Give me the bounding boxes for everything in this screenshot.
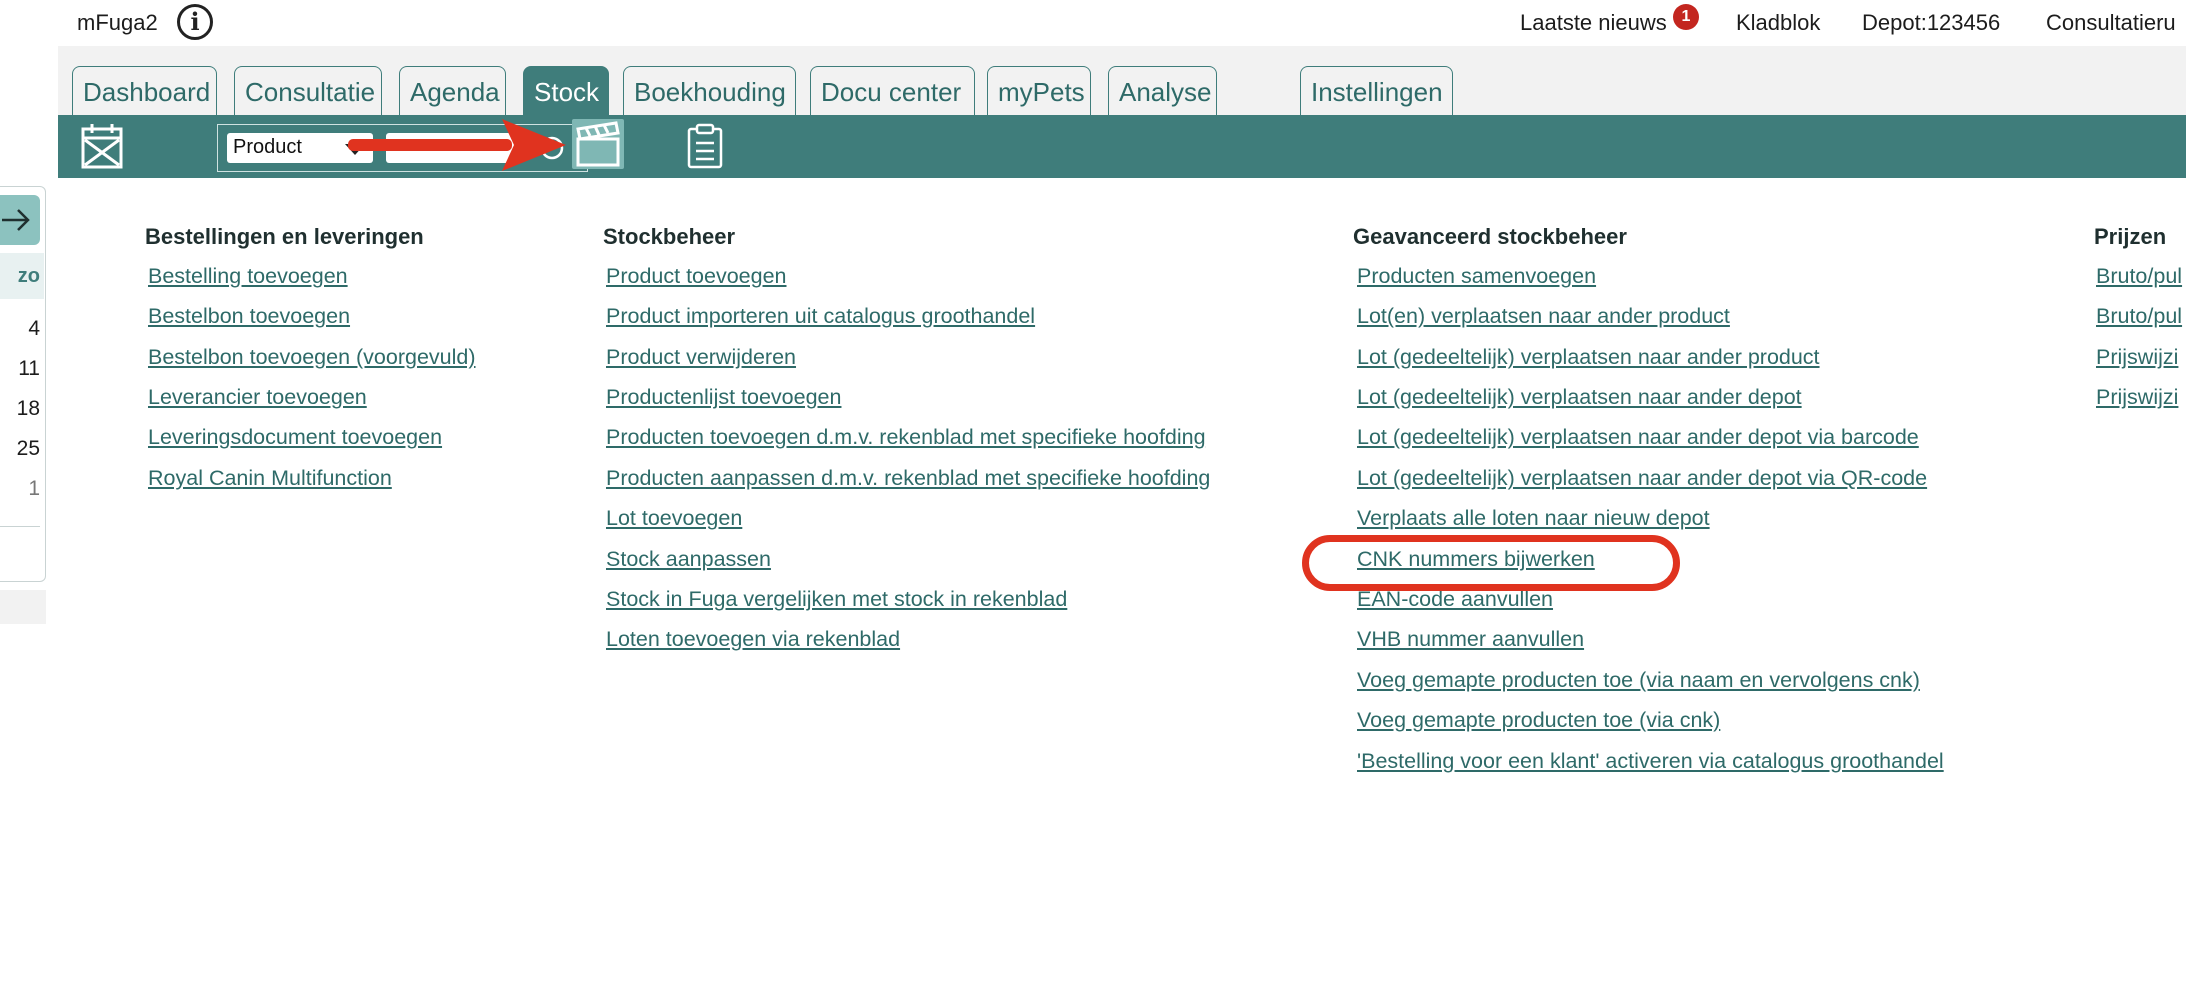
advanced-stock-heading: Geavanceerd stockbeheer: [1353, 224, 1627, 249]
menu-link-move-all-lots-depot[interactable]: Verplaats alle loten naar nieuw depot: [1357, 506, 1710, 531]
stock-actions-button[interactable]: [572, 119, 624, 169]
menu-link-order-add[interactable]: Bestelling toevoegen: [148, 264, 348, 289]
menu-link-lot-move-depot-barcode[interactable]: Lot (gedeeltelijk) verplaatsen naar ande…: [1357, 425, 1919, 450]
stock-heading: Stockbeheer: [603, 224, 736, 249]
menu-link-lot-partial-move-depot[interactable]: Lot (gedeeltelijk) verplaatsen naar ande…: [1357, 385, 1802, 410]
menu-link-product-import[interactable]: Product importeren uit catalogus grootha…: [606, 304, 1035, 329]
tab-instellingen[interactable]: Instellingen: [1300, 66, 1453, 116]
tab-consultatie[interactable]: Consultatie: [234, 66, 382, 116]
clipboard-icon[interactable]: [686, 123, 724, 169]
top-bar: mFuga2 i Laatste nieuws 1 Kladblok Depot…: [0, 0, 2186, 46]
menu-link-vhb-complete[interactable]: VHB nummer aanvullen: [1357, 627, 1584, 652]
tab-stock[interactable]: Stock: [523, 66, 609, 116]
menu-link-order-form-add[interactable]: Bestelbon toevoegen: [148, 304, 350, 329]
clapperboard-icon: [576, 121, 620, 167]
calendar-expand-button[interactable]: [0, 195, 40, 245]
orders-heading: Bestellingen en leveringen: [145, 224, 424, 249]
menu-link-delivery-doc-add[interactable]: Leveringsdocument toevoegen: [148, 425, 442, 450]
menu-link-order-form-prefilled[interactable]: Bestelbon toevoegen (voorgevuld): [148, 345, 476, 370]
mini-calendar: zo 4 11 18 25 1: [0, 186, 46, 582]
menu-link-mapped-products-cnk[interactable]: Voeg gemapte producten toe (via cnk): [1357, 708, 1720, 733]
tab-agenda[interactable]: Agenda: [399, 66, 506, 116]
menu-link-products-edit-spreadsheet[interactable]: Producten aanpassen d.m.v. rekenblad met…: [606, 466, 1210, 491]
menu-link-price-2[interactable]: Bruto/pul: [2096, 304, 2182, 329]
tab-mypets[interactable]: myPets: [987, 66, 1091, 116]
menu-link-products-add-spreadsheet[interactable]: Producten toevoegen d.m.v. rekenblad met…: [606, 425, 1206, 450]
tab-docu-center[interactable]: Docu center: [810, 66, 975, 116]
calendar-day[interactable]: 11: [0, 357, 40, 381]
menu-link-price-1[interactable]: Bruto/pul: [2096, 264, 2182, 289]
menu-link-products-merge[interactable]: Producten samenvoegen: [1357, 264, 1596, 289]
calendar-day[interactable]: 25: [0, 437, 40, 461]
menu-link-price-change-2[interactable]: Prijswijzi: [2096, 385, 2178, 410]
depot-selector[interactable]: Depot:123456: [1862, 10, 2000, 36]
menu-link-customer-order-activate[interactable]: 'Bestelling voor een klant' activeren vi…: [1357, 749, 1944, 774]
menu-link-product-delete[interactable]: Product verwijderen: [606, 345, 796, 370]
notepad-link[interactable]: Kladblok: [1736, 10, 1820, 36]
menu-link-supplier-add[interactable]: Leverancier toevoegen: [148, 385, 367, 410]
tab-dashboard[interactable]: Dashboard: [72, 66, 217, 116]
tab-boekhouding[interactable]: Boekhouding: [623, 66, 796, 116]
search-type-value: Product: [233, 136, 302, 158]
menu-link-stock-adjust[interactable]: Stock aanpassen: [606, 547, 771, 572]
menu-link-mapped-products-name-cnk[interactable]: Voeg gemapte producten toe (via naam en …: [1357, 668, 1920, 693]
calendar-day[interactable]: 1: [0, 477, 40, 501]
menu-link-lots-add-spreadsheet[interactable]: Loten toevoegen via rekenblad: [606, 627, 900, 652]
menu-link-product-add[interactable]: Product toevoegen: [606, 264, 787, 289]
calendar-divider: [0, 526, 40, 527]
menu-link-price-change-1[interactable]: Prijswijzi: [2096, 345, 2178, 370]
menu-link-lots-move-product[interactable]: Lot(en) verplaatsen naar ander product: [1357, 304, 1730, 329]
menu-link-royal-canin[interactable]: Royal Canin Multifunction: [148, 466, 392, 491]
menu-link-lot-move-depot-qr[interactable]: Lot (gedeeltelijk) verplaatsen naar ande…: [1357, 466, 1927, 491]
left-strip: [0, 590, 46, 624]
calendar-day-header: zo: [0, 253, 44, 299]
menu-link-stock-compare[interactable]: Stock in Fuga vergelijken met stock in r…: [606, 587, 1067, 612]
stock-menu-panel: [58, 178, 2186, 994]
menu-link-lot-add[interactable]: Lot toevoegen: [606, 506, 742, 531]
calendar-icon[interactable]: [81, 123, 123, 169]
app-title: mFuga2: [77, 10, 158, 35]
consultation-room-selector[interactable]: Consultatieru: [2046, 10, 2176, 36]
arrow-right-icon: [2, 209, 30, 231]
prices-heading: Prijzen: [2094, 224, 2167, 249]
menu-link-product-list-add[interactable]: Productenlijst toevoegen: [606, 385, 841, 410]
latest-news-link[interactable]: Laatste nieuws: [1520, 10, 1667, 36]
annotation-arrow-icon: [348, 119, 566, 171]
menu-link-lot-partial-move-product[interactable]: Lot (gedeeltelijk) verplaatsen naar ande…: [1357, 345, 1820, 370]
calendar-day[interactable]: 4: [0, 317, 40, 341]
tab-analyse[interactable]: Analyse: [1108, 66, 1217, 116]
annotation-highlight-oval: [1302, 535, 1680, 591]
info-icon[interactable]: i: [177, 4, 213, 40]
calendar-day[interactable]: 18: [0, 397, 40, 421]
news-count-badge: 1: [1673, 4, 1699, 30]
